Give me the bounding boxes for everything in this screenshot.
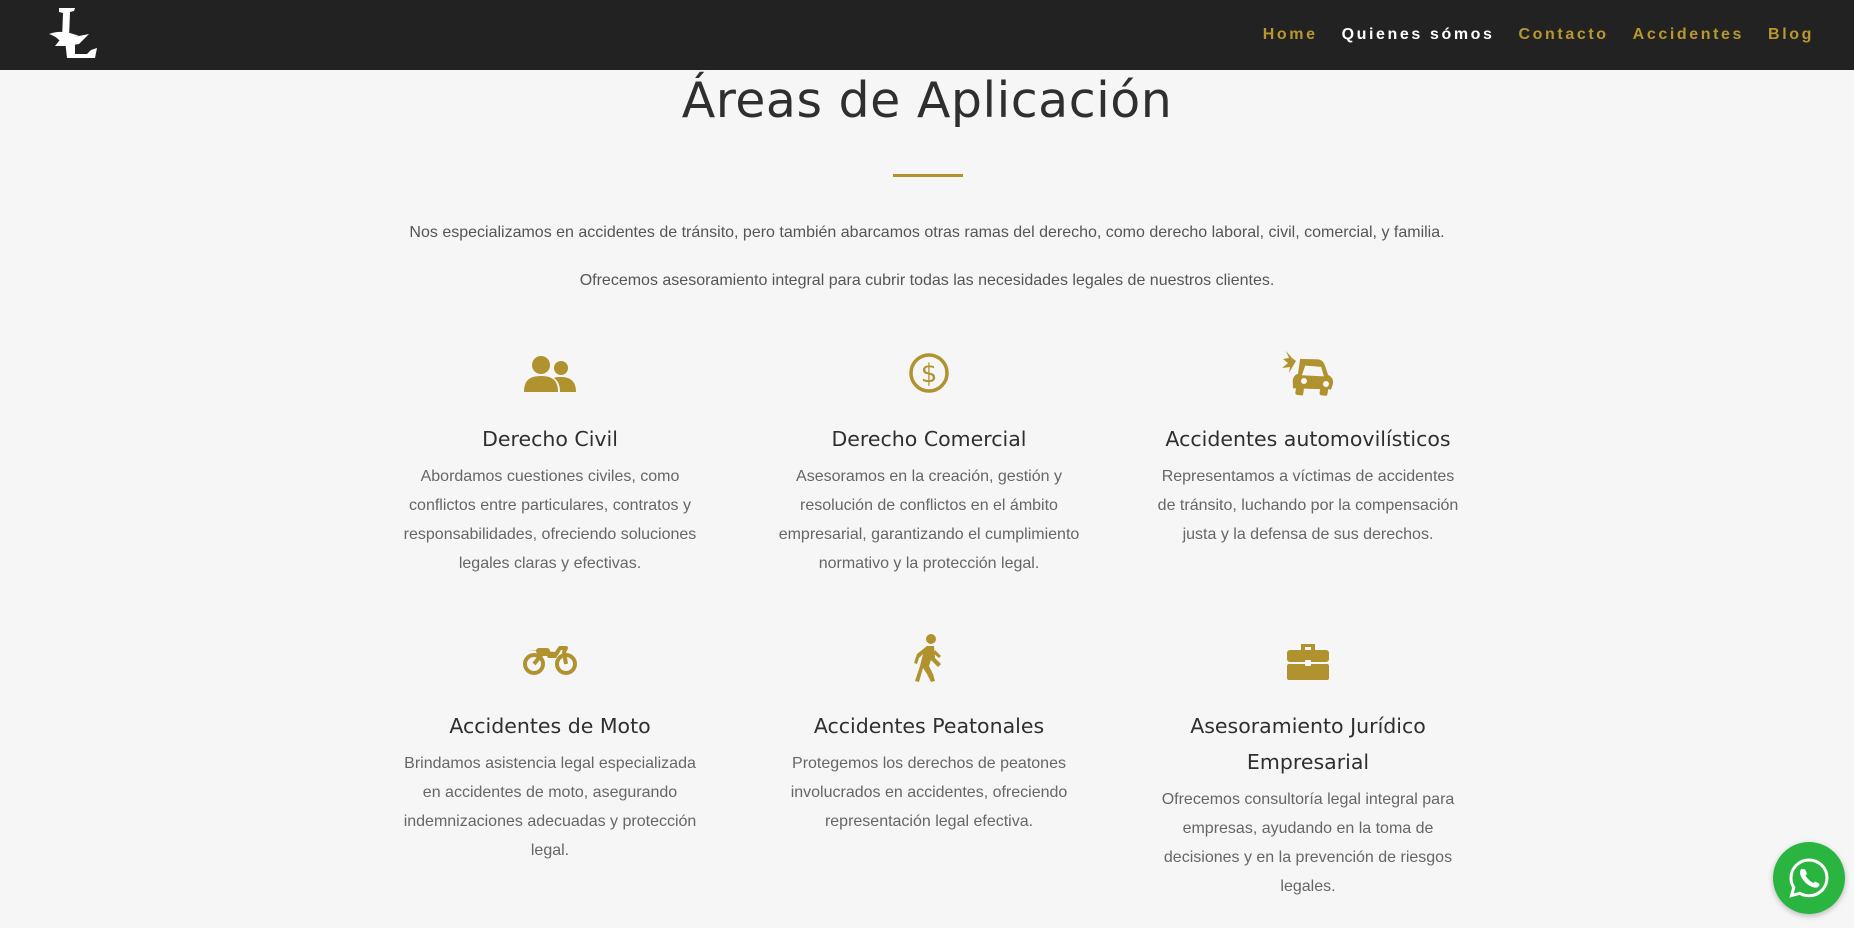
nav-home[interactable]: Home: [1263, 26, 1318, 44]
dollar-circle-icon: $: [909, 353, 949, 393]
whatsapp-button[interactable]: [1773, 842, 1845, 914]
service-card-derecho-civil: Derecho Civil Abordamos cuestiones civil…: [395, 345, 705, 578]
card-title: Asesoramiento Jurídico Empresarial: [1190, 714, 1426, 774]
card-title: Accidentes automovilísticos: [1165, 427, 1451, 451]
card-text: Brindamos asistencia legal especializada…: [403, 755, 697, 859]
intro-text-2: Ofrecemos asesoramiento integral para cu…: [579, 272, 1275, 289]
card-text: Representamos a víctimas de accidentes d…: [1157, 468, 1459, 543]
card-title: Derecho Civil: [482, 427, 618, 451]
service-card-derecho-comercial: $ Derecho Comercial Asesoramos en la cre…: [774, 345, 1084, 578]
card-text: Asesoramos en la creación, gestión y res…: [778, 468, 1080, 572]
nav-quienes-somos[interactable]: Quienes sómos: [1342, 26, 1495, 44]
car-crash-icon: [1282, 351, 1334, 396]
service-card-accidentes-moto: Accidentes de Moto Brindamos asistencia …: [395, 632, 705, 865]
svg-text:$: $: [921, 359, 938, 389]
nav-blog[interactable]: Blog: [1768, 26, 1814, 44]
nav-accidentes[interactable]: Accidentes: [1633, 26, 1744, 44]
nav-contacto[interactable]: Contacto: [1519, 26, 1609, 44]
motorcycle-icon: [523, 646, 577, 675]
service-card-accidentes-peatonales: Accidentes Peatonales Protegemos los der…: [774, 632, 1084, 836]
site-header: Home Quienes sómos Contacto Accidentes B…: [0, 0, 1854, 70]
intro-text-1: Nos especializamos en accidentes de trán…: [409, 224, 1445, 241]
card-text: Ofrecemos consultoría legal integral par…: [1161, 791, 1455, 895]
card-title: Derecho Comercial: [831, 427, 1027, 451]
card-title: Accidentes Peatonales: [813, 714, 1045, 738]
service-card-accidentes-automovilisticos: Accidentes automovilísticos Representamo…: [1153, 345, 1463, 549]
card-title: Accidentes de Moto: [449, 714, 651, 738]
card-text: Protegemos los derechos de peatones invo…: [790, 755, 1068, 830]
card-text: Abordamos cuestiones civiles, como confl…: [403, 468, 697, 572]
briefcase-icon: [1287, 644, 1329, 680]
brand-logo[interactable]: [45, 6, 99, 62]
pedestrian-icon: [914, 634, 941, 682]
service-card-asesoramiento-juridico: Asesoramiento Jurídico Empresarial Ofrec…: [1153, 632, 1463, 901]
main-nav: Home Quienes sómos Contacto Accidentes B…: [1239, 0, 1814, 70]
whatsapp-icon: [1789, 858, 1829, 898]
title-divider: [893, 174, 963, 177]
users-icon: [524, 356, 576, 392]
section-title: Áreas de Aplicación: [681, 72, 1173, 129]
